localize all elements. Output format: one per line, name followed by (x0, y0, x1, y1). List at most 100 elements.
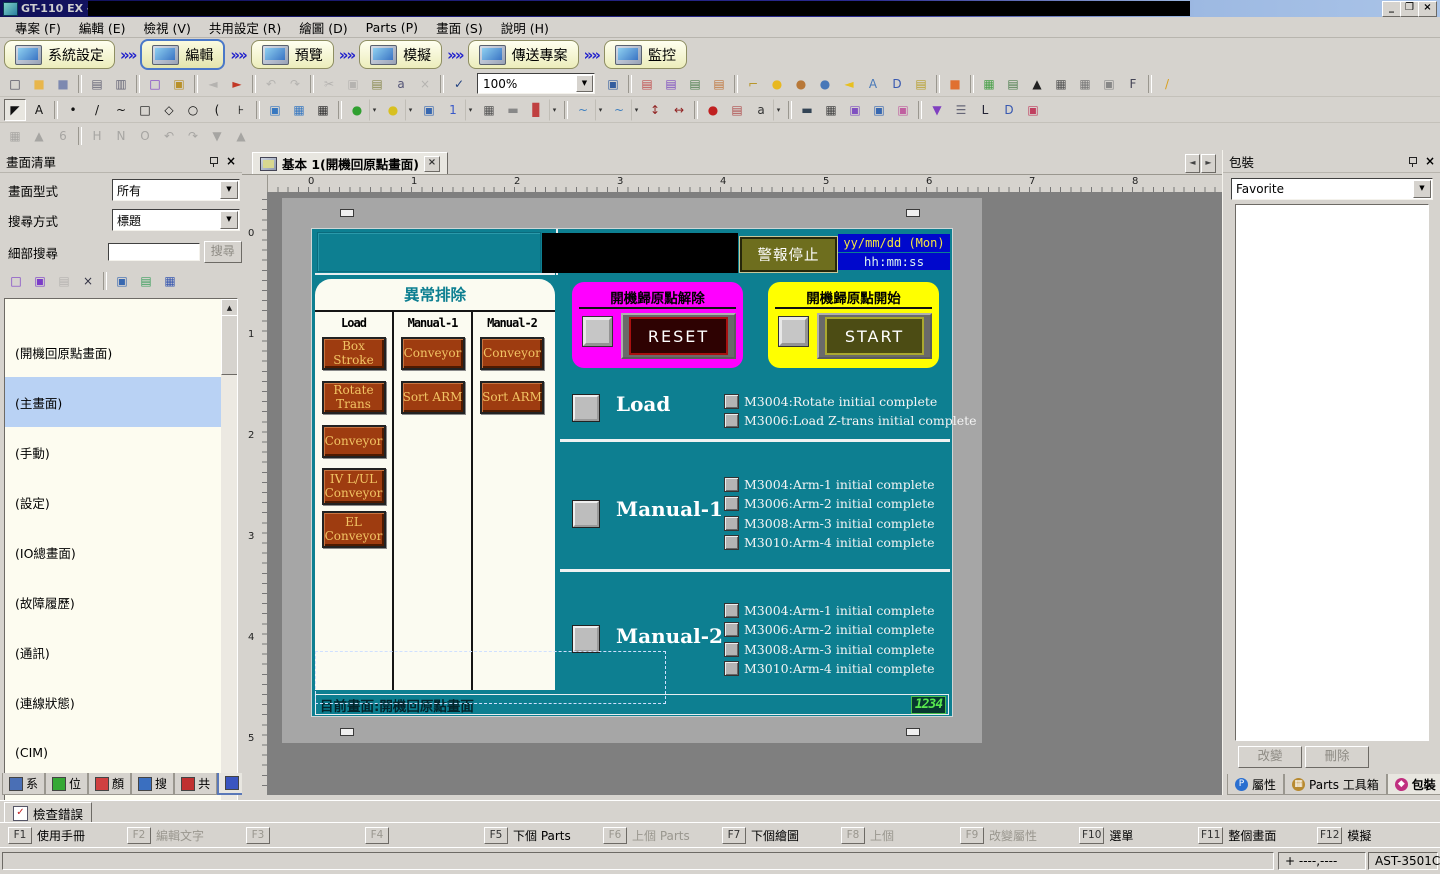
function-key-f7[interactable]: F7下個繪圖 (714, 827, 833, 844)
save-icon[interactable]: ■ (52, 73, 74, 95)
copy-icon[interactable]: ▣ (342, 73, 364, 95)
pin-icon[interactable] (209, 157, 218, 166)
left-panel-tab-2[interactable]: 顏 (88, 773, 131, 795)
screen-list-item-2[interactable]: (手動) (5, 427, 221, 477)
origin-start-lamp[interactable] (779, 317, 808, 346)
abc-icon[interactable]: a (750, 99, 772, 121)
cut-icon[interactable]: ✂ (318, 73, 340, 95)
plate-icon[interactable]: ▬ (502, 99, 524, 121)
detail-search-input[interactable] (108, 243, 200, 261)
panel-close-icon[interactable]: × (1425, 155, 1435, 167)
film-strip-icon[interactable]: ▦ (820, 99, 842, 121)
indicator-lamp[interactable] (724, 603, 739, 618)
origin-release-lamp[interactable] (583, 317, 612, 346)
film3-icon[interactable]: ▦ (4, 125, 26, 147)
parts-board-icon[interactable]: ▦ (978, 73, 1000, 95)
alarm-icon[interactable]: ● (702, 99, 724, 121)
trouble-button[interactable]: EL Conveyor (322, 511, 386, 548)
chevron-down-icon[interactable]: ▼ (220, 181, 238, 199)
function-key-f11[interactable]: F11整個畫面 (1190, 827, 1309, 844)
delete-icon[interactable]: × (414, 73, 436, 95)
tab-close-icon[interactable]: × (424, 156, 440, 172)
script-icon[interactable]: ▤ (684, 73, 706, 95)
rename-icon[interactable]: a (390, 73, 412, 95)
favorite-select[interactable]: Favorite ▼ (1231, 178, 1433, 200)
polygon-icon[interactable]: ◇ (158, 99, 180, 121)
function-key-f3[interactable]: F3 (238, 827, 357, 844)
ds-icon[interactable]: D (998, 99, 1020, 121)
workflow-button-2[interactable]: 預覽 (251, 40, 334, 69)
paste-icon[interactable]: ▤ (366, 73, 388, 95)
trouble-button[interactable]: Conveyor (322, 425, 386, 458)
package-color-icon[interactable]: ▣ (1022, 99, 1044, 121)
workflow-button-5[interactable]: 監控 (604, 40, 687, 69)
menu-item-4[interactable]: 繪圖 (D) (290, 16, 356, 39)
doc-check-icon[interactable]: ▤ (1002, 73, 1024, 95)
wrench-icon[interactable]: / (1156, 73, 1178, 95)
selection-handle[interactable] (340, 728, 354, 736)
indicator-lamp[interactable] (724, 477, 739, 492)
switch-window-icon[interactable]: ▣ (418, 99, 440, 121)
recipe-icon[interactable]: ▤ (726, 99, 748, 121)
package-list[interactable] (1235, 204, 1429, 741)
selection-handle[interactable] (906, 209, 920, 217)
line-icon[interactable]: / (86, 99, 108, 121)
screen-type-select[interactable]: 所有 ▼ (112, 179, 240, 201)
tab-scroll-left-icon[interactable]: ◄ (1185, 154, 1200, 173)
chevron-down-icon[interactable]: ▾ (405, 99, 416, 121)
screen-list-item-7[interactable]: (連線狀態) (5, 677, 221, 727)
screen-list-item-4[interactable]: (IO總畫面) (5, 527, 221, 577)
import-icon[interactable]: ◄ (202, 73, 224, 95)
key-icon[interactable]: ⌐ (742, 73, 764, 95)
menu-item-0[interactable]: 專案 (F) (6, 16, 70, 39)
window-base-icon[interactable]: ▬ (796, 99, 818, 121)
screen-call-icon[interactable]: ▣ (868, 99, 890, 121)
selection-handle[interactable] (906, 728, 920, 736)
status-lamp[interactable] (573, 395, 599, 421)
left-panel-tab-3[interactable]: 搜 (131, 773, 174, 795)
screen-paste-icon[interactable]: ▤ (53, 270, 75, 292)
change-button[interactable]: 改變 (1238, 746, 1302, 768)
numeric-icon[interactable]: 1 (442, 99, 464, 121)
rotate-right-icon[interactable]: ↷ (182, 125, 204, 147)
tree-icon[interactable]: ▦ (159, 270, 181, 292)
indicator-lamp[interactable] (724, 535, 739, 550)
distribute-up-icon[interactable]: ▲ (230, 125, 252, 147)
contact-a-icon[interactable]: H (86, 125, 108, 147)
search-button[interactable]: 搜尋 (204, 241, 242, 263)
function-key-f4[interactable]: F4 (357, 827, 476, 844)
function-key-f2[interactable]: F2編輯文字 (119, 827, 238, 844)
redo-icon[interactable]: ↷ (284, 73, 306, 95)
print-preview-icon[interactable]: ▥ (110, 73, 132, 95)
trouble-button[interactable]: Sort ARM (480, 381, 544, 414)
menu-item-6[interactable]: 畫面 (S) (427, 16, 492, 39)
right-panel-tab-1[interactable]: ▦Parts 工具箱 (1284, 774, 1387, 795)
contact-b-icon[interactable]: N (110, 125, 132, 147)
function-key-f1[interactable]: F1使用手冊 (0, 827, 119, 844)
screen-list-item-0[interactable]: (開機回原點畫面) (5, 327, 221, 377)
data-jar-icon[interactable]: ● (790, 73, 812, 95)
pin-icon[interactable] (1408, 157, 1417, 166)
workflow-button-1[interactable]: 編輯 (140, 39, 225, 70)
search-mode-select[interactable]: 標題 ▼ (112, 209, 240, 231)
chevron-down-icon[interactable]: ▼ (1413, 180, 1431, 198)
status-lamp[interactable] (573, 501, 599, 527)
selection-handle[interactable] (340, 209, 354, 217)
arc-icon[interactable]: ( (206, 99, 228, 121)
function-key-f10[interactable]: F10選單 (1071, 827, 1190, 844)
navigate-icon[interactable]: ▲ (1026, 73, 1048, 95)
screen-open-icon[interactable]: ▣ (168, 73, 190, 95)
chevron-down-icon[interactable]: ▾ (773, 99, 784, 121)
workflow-button-4[interactable]: 傳送專案 (468, 40, 579, 69)
export-icon[interactable]: ► (226, 73, 248, 95)
pin-parts-icon[interactable]: ▼ (926, 99, 948, 121)
right-panel-tab-0[interactable]: P屬性 (1227, 774, 1284, 795)
function-key-f9[interactable]: F9改變屬性 (952, 827, 1071, 844)
indicator-lamp[interactable] (724, 516, 739, 531)
transfer-icon[interactable]: ▣ (892, 99, 914, 121)
sampling-icon[interactable]: ~ (608, 99, 630, 121)
screen-list-item-1[interactable]: (主畫面) (5, 377, 221, 427)
select-icon[interactable]: ◤ (4, 99, 26, 121)
left-panel-tab-0[interactable]: 系 (2, 773, 45, 795)
keypad-icon[interactable]: ▦ (478, 99, 500, 121)
